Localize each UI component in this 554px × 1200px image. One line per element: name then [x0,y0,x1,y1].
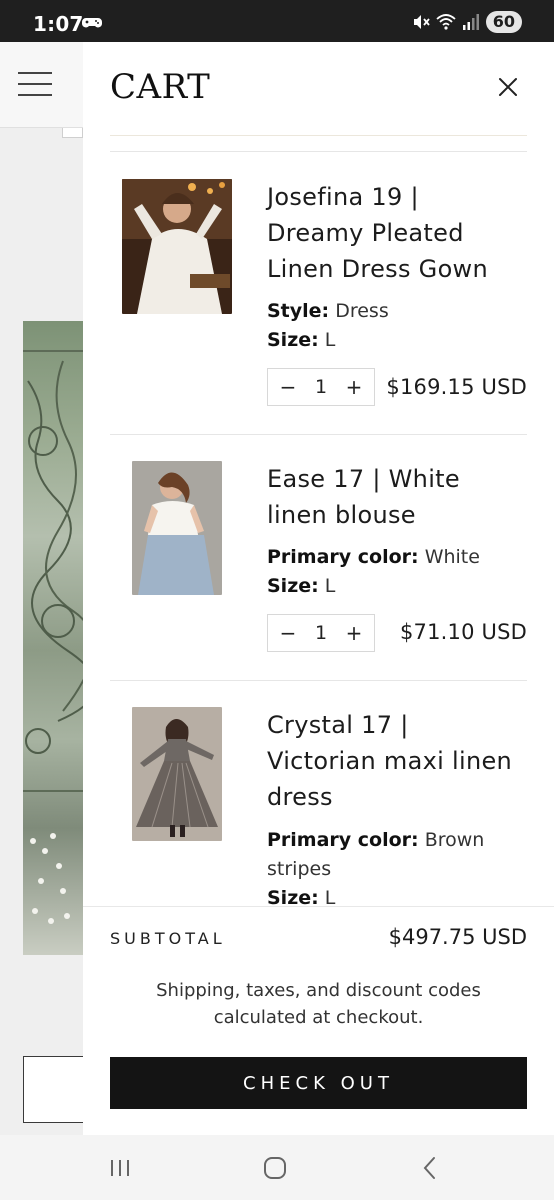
product-option-style: Style: Dress [267,300,389,322]
item-divider [110,680,527,681]
product-image[interactable] [132,461,222,595]
quantity-stepper: − 1 + [267,368,375,406]
cart-title: CART [110,67,211,107]
product-name[interactable]: Josefina 19 | Dreamy Pleated Linen Dress… [267,179,527,287]
status-time: 1:07 [33,12,84,36]
home-icon[interactable] [260,1153,290,1183]
hamburger-menu-icon[interactable] [18,72,52,98]
quantity-decrease-button[interactable]: − [278,375,298,399]
product-option-color: Primary color: White [267,546,480,568]
background-photo [23,321,83,955]
cart-item-list[interactable]: Josefina 19 | Dreamy Pleated Linen Dress… [83,152,554,906]
product-price: $169.15 USD [386,375,527,399]
product-option-size: Size: L [267,887,336,906]
battery-indicator: 60 [485,11,522,33]
product-name[interactable]: Crystal 17 | Victorian maxi linen dress [267,707,527,815]
checkout-button[interactable]: CHECK OUT [110,1057,527,1109]
status-icons: 60 [412,10,522,34]
game-controller-icon [82,18,102,28]
quantity-decrease-button[interactable]: − [278,621,298,645]
item-divider [110,434,527,435]
quantity-value[interactable]: 1 [315,622,327,644]
quantity-increase-button[interactable]: + [344,621,364,645]
signal-icon [462,14,479,30]
product-price: $71.10 USD [399,620,527,644]
mute-icon [413,15,430,29]
close-icon[interactable] [493,72,523,102]
subtotal-label: SUBTOTAL [110,929,226,948]
quantity-increase-button[interactable]: + [344,375,364,399]
status-bar: 1:07 60 [0,0,554,42]
product-option-color: Primary color: Brown [267,829,485,851]
product-option-size: Size: L [267,329,336,351]
cart-drawer: CART Josefina 19 | Dreamy Pleated Linen … [83,42,554,1135]
product-option-size: Size: L [267,575,336,597]
product-image[interactable] [122,179,232,314]
shipping-note: Shipping, taxes, and discount codes calc… [156,980,481,1028]
background-tab [62,128,83,138]
quantity-stepper: − 1 + [267,614,375,652]
background-outline-box [23,1056,83,1123]
background-header [0,42,83,128]
product-image[interactable] [132,707,222,841]
background-page [0,42,83,1135]
system-nav-bar [0,1135,554,1200]
back-icon[interactable] [415,1153,445,1183]
quantity-value[interactable]: 1 [315,376,327,398]
header-divider [110,135,527,136]
recent-apps-icon[interactable] [105,1153,135,1183]
product-name[interactable]: Ease 17 | White linen blouse [267,461,527,533]
subtotal-value: $497.75 USD [388,925,527,949]
footer-divider [83,906,554,907]
product-option-color-continued: stripes [267,858,332,880]
wifi-icon [436,14,456,30]
garden-gate-illustration [23,350,83,924]
